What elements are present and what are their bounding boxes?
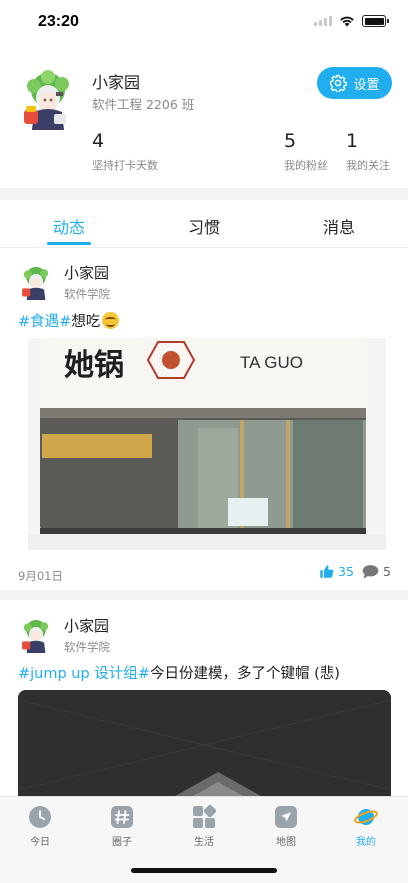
tab-bar: 动态 习惯 消息	[0, 200, 408, 248]
nav-map-label: 地图	[276, 837, 296, 848]
nav-circle-label: 圈子	[112, 837, 132, 848]
stat-followers-value: 5	[284, 130, 297, 152]
post-body: 想吃	[71, 314, 101, 330]
thumbs-up-icon	[320, 565, 334, 578]
nav-today-label: 今日	[30, 837, 50, 848]
profile-header: 小家园 软件工程 2206 班 设置 4 坚持打卡天数 5 我的粉丝 1 我的关…	[0, 44, 408, 188]
author-avatar[interactable]	[18, 617, 54, 653]
stat-following-value: 1	[346, 130, 359, 152]
nav-today[interactable]: 今日	[10, 805, 70, 848]
author-school: 软件学院	[64, 640, 110, 654]
like-button[interactable]: 35	[319, 564, 354, 579]
post-author[interactable]: 小家园 软件学院	[18, 615, 110, 655]
post-content: #jump up 设计组#今日份建模，多了个键帽 (悲)	[18, 662, 340, 683]
grid-icon	[193, 805, 216, 828]
tab-messages[interactable]: 消息	[323, 214, 355, 238]
profile-class: 软件工程 2206 班	[92, 97, 195, 112]
photo-sign-right: TA GUO	[240, 353, 303, 372]
nav-circle[interactable]: 圈子	[92, 805, 152, 848]
smiling-face-icon	[102, 312, 120, 329]
stat-checkin-days-label: 坚持打卡天数	[92, 159, 158, 172]
clock-icon	[29, 806, 51, 828]
battery-icon	[362, 15, 389, 27]
comment-count: 5	[383, 564, 391, 579]
restaurant-storefront-image: 她锅 TA GUO	[28, 338, 386, 550]
post-separator	[0, 590, 408, 600]
signal-icon	[314, 16, 332, 26]
nav-map[interactable]: 地图	[256, 805, 316, 848]
author-name: 小家园	[64, 617, 110, 635]
profile-avatar[interactable]	[20, 68, 76, 130]
status-bar: 23:20	[0, 0, 408, 44]
stat-following[interactable]: 1 我的关注	[346, 132, 390, 173]
post-topic-tag[interactable]: #食遇#	[18, 314, 71, 330]
nav-life-label: 生活	[194, 837, 214, 848]
post-topic-tag[interactable]: #jump up 设计组#	[18, 666, 150, 682]
post-body: 今日份建模，多了个键帽 (悲)	[149, 666, 340, 682]
comment-button[interactable]: 5	[362, 564, 391, 579]
post-date: 9月01日	[18, 569, 63, 583]
stat-checkin-days-value: 4	[92, 130, 105, 152]
wifi-icon	[340, 16, 354, 27]
settings-button-label: 设置	[353, 77, 380, 93]
post-photo[interactable]	[18, 690, 391, 800]
tab-active-indicator	[47, 242, 91, 245]
status-time: 23:20	[38, 13, 79, 30]
gear-icon	[330, 74, 348, 92]
photo-sign-left: 她锅	[64, 348, 124, 383]
tab-habits[interactable]: 习惯	[188, 214, 220, 238]
stat-followers-label: 我的粉丝	[284, 159, 328, 172]
navigation-icon	[275, 806, 297, 828]
settings-button[interactable]: 设置	[317, 67, 392, 99]
tab-feed[interactable]: 动态	[53, 214, 85, 238]
like-count: 35	[338, 564, 354, 579]
stat-following-label: 我的关注	[346, 159, 390, 172]
profile-name: 小家园	[92, 73, 141, 92]
post-photo[interactable]: 她锅 TA GUO	[28, 338, 386, 550]
nav-life[interactable]: 生活	[174, 805, 234, 848]
section-divider	[0, 188, 408, 200]
author-avatar[interactable]	[18, 264, 54, 300]
comment-bubble-icon	[362, 565, 379, 579]
home-indicator	[131, 868, 277, 873]
nav-mine[interactable]: 我的	[336, 805, 396, 848]
status-icons	[314, 15, 389, 27]
post-author[interactable]: 小家园 软件学院	[18, 262, 110, 302]
3d-model-render-image	[18, 690, 391, 800]
nav-mine-label: 我的	[356, 837, 376, 848]
post-content: #食遇#想吃	[18, 310, 120, 331]
author-name: 小家园	[64, 264, 110, 282]
stat-checkin-days: 4 坚持打卡天数	[92, 132, 158, 173]
author-school: 软件学院	[64, 287, 110, 301]
planet-icon	[354, 809, 378, 825]
hashtag-icon	[111, 806, 133, 828]
stat-followers[interactable]: 5 我的粉丝	[284, 132, 328, 173]
